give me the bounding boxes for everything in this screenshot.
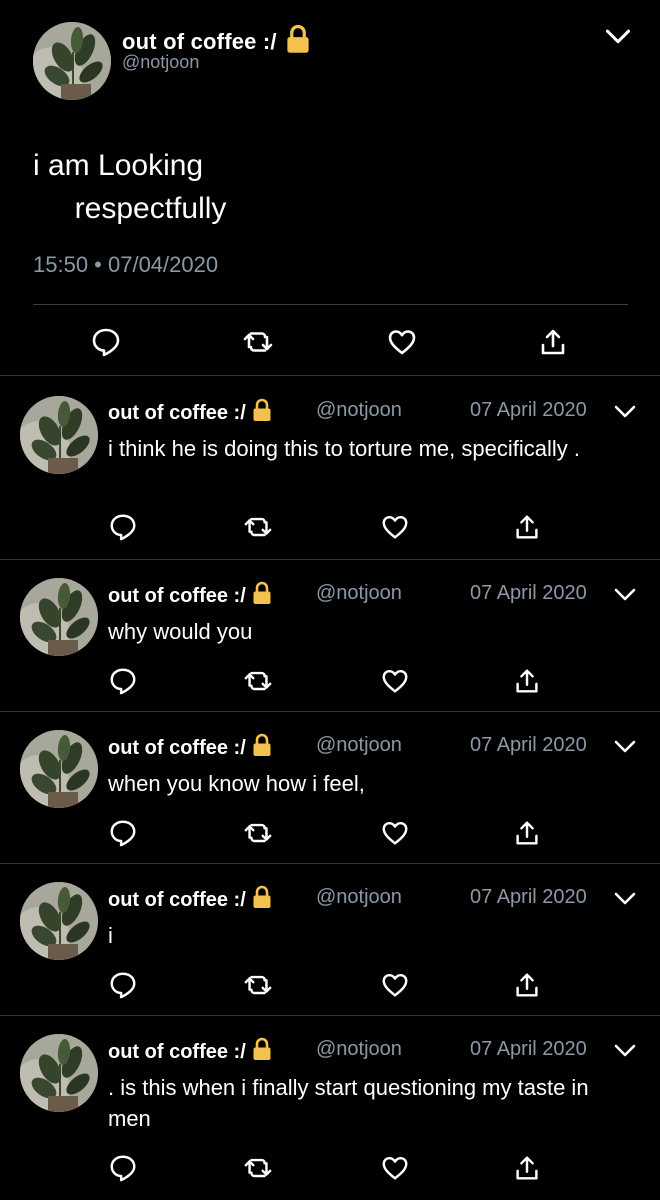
like-icon[interactable]	[380, 512, 410, 542]
share-icon[interactable]	[537, 326, 569, 358]
avatar-image	[20, 396, 98, 474]
lock-icon	[285, 24, 311, 54]
avatar[interactable]	[33, 22, 111, 100]
tweet-date[interactable]: 07 April 2020	[470, 582, 587, 605]
display-name-row[interactable]: out of coffee :/	[108, 885, 272, 912]
like-icon[interactable]	[386, 326, 418, 358]
avatar[interactable]	[20, 1034, 98, 1112]
tweet-text: when you know how i feel,	[108, 771, 365, 796]
display-name-row[interactable]: out of coffee :/	[108, 733, 272, 760]
display-name-row[interactable]: out of coffee :/	[122, 24, 311, 55]
lock-icon	[252, 885, 272, 909]
display-name-row[interactable]: out of coffee :/	[108, 581, 272, 608]
reply-tweet[interactable]: out of coffee :/ @notjoon 07 April 2020 …	[0, 864, 660, 1015]
user-handle[interactable]: @notjoon	[316, 399, 402, 422]
tweet-date[interactable]: 07 April 2020	[470, 886, 587, 909]
lock-icon	[252, 733, 272, 757]
reply-tweet[interactable]: out of coffee :/ @notjoon 07 April 2020 …	[0, 712, 660, 863]
avatar-image	[20, 1034, 98, 1112]
tweet-text: . is this when i finally start questioni…	[108, 1075, 589, 1131]
chevron-down-icon[interactable]	[613, 1042, 637, 1060]
avatar-image	[20, 730, 98, 808]
avatar[interactable]	[20, 396, 98, 474]
user-handle[interactable]: @notjoon	[316, 582, 402, 605]
retweet-icon[interactable]	[243, 818, 273, 848]
avatar[interactable]	[20, 730, 98, 808]
avatar-image	[33, 22, 111, 100]
display-name[interactable]: out of coffee :/	[108, 402, 246, 424]
share-icon[interactable]	[512, 970, 542, 1000]
display-name[interactable]: out of coffee :/	[122, 29, 277, 54]
tweet-text: i am Looking respectfully	[33, 149, 227, 225]
tweet-date[interactable]: 07 April 2020	[470, 734, 587, 757]
avatar[interactable]	[20, 578, 98, 656]
reply-tweet[interactable]: out of coffee :/ @notjoon 07 April 2020 …	[0, 376, 660, 559]
tweet-text: i think he is doing this to torture me, …	[108, 436, 580, 461]
avatar[interactable]	[20, 882, 98, 960]
retweet-icon[interactable]	[242, 326, 274, 358]
user-handle[interactable]: @notjoon	[316, 1038, 402, 1061]
avatar-image	[20, 578, 98, 656]
display-name[interactable]: out of coffee :/	[108, 737, 246, 759]
retweet-icon[interactable]	[243, 666, 273, 696]
like-icon[interactable]	[380, 970, 410, 1000]
chevron-down-icon[interactable]	[613, 586, 637, 604]
display-name[interactable]: out of coffee :/	[108, 585, 246, 607]
reply-icon[interactable]	[108, 818, 138, 848]
lock-icon	[252, 1037, 272, 1061]
lock-icon	[252, 581, 272, 605]
reply-icon[interactable]	[108, 970, 138, 1000]
avatar-image	[20, 882, 98, 960]
retweet-icon[interactable]	[243, 970, 273, 1000]
share-icon[interactable]	[512, 512, 542, 542]
user-handle[interactable]: @notjoon	[316, 886, 402, 909]
main-tweet: out of coffee :/ @notjoon i am Looking r…	[0, 0, 660, 376]
retweet-icon[interactable]	[243, 512, 273, 542]
reply-tweet[interactable]: out of coffee :/ @notjoon 07 April 2020 …	[0, 1016, 660, 1200]
user-handle[interactable]: @notjoon	[316, 734, 402, 757]
share-icon[interactable]	[512, 666, 542, 696]
chevron-down-icon[interactable]	[613, 738, 637, 756]
display-name[interactable]: out of coffee :/	[108, 889, 246, 911]
tweet-text: why would you	[108, 619, 253, 644]
like-icon[interactable]	[380, 818, 410, 848]
like-icon[interactable]	[380, 666, 410, 696]
display-name[interactable]: out of coffee :/	[108, 1041, 246, 1063]
tweet-date[interactable]: 07 April 2020	[470, 399, 587, 422]
chevron-down-icon[interactable]	[604, 26, 632, 48]
share-icon[interactable]	[512, 818, 542, 848]
display-name-row[interactable]: out of coffee :/	[108, 398, 272, 425]
tweet-timestamp: 15:50 • 07/04/2020	[33, 252, 219, 277]
chevron-down-icon[interactable]	[613, 890, 637, 908]
reply-icon[interactable]	[108, 1153, 138, 1183]
tweet-date[interactable]: 07 April 2020	[470, 1038, 587, 1061]
share-icon[interactable]	[512, 1153, 542, 1183]
lock-icon	[252, 398, 272, 422]
tweet-text: i	[108, 923, 113, 948]
reply-icon[interactable]	[90, 326, 122, 358]
reply-icon[interactable]	[108, 512, 138, 542]
chevron-down-icon[interactable]	[613, 403, 637, 421]
divider	[33, 304, 628, 305]
display-name-row[interactable]: out of coffee :/	[108, 1037, 272, 1064]
user-handle[interactable]: @notjoon	[122, 52, 199, 73]
reply-tweet[interactable]: out of coffee :/ @notjoon 07 April 2020 …	[0, 560, 660, 711]
reply-icon[interactable]	[108, 666, 138, 696]
retweet-icon[interactable]	[243, 1153, 273, 1183]
like-icon[interactable]	[380, 1153, 410, 1183]
